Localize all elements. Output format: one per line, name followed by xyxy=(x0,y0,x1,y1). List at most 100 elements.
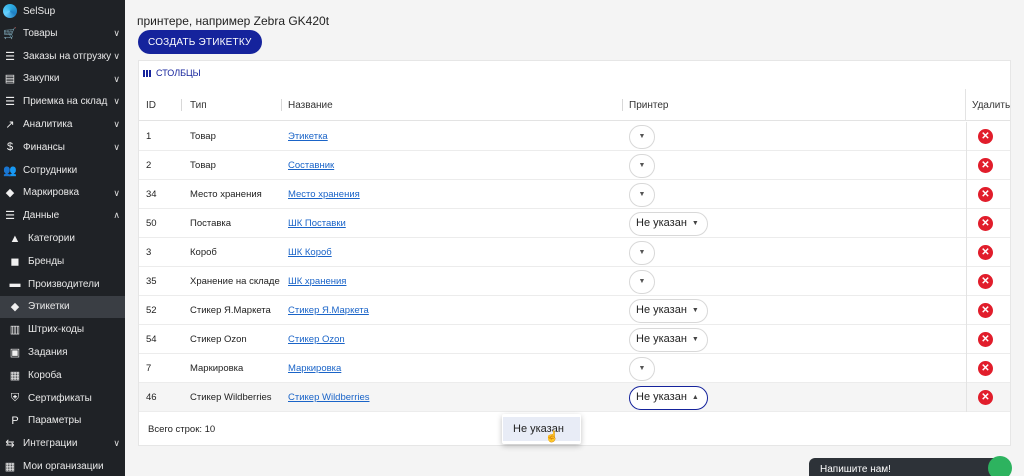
printer-select[interactable]: Не указан ▼ xyxy=(629,211,708,236)
cell-type: Место хранения xyxy=(190,189,262,200)
chevron-down-icon[interactable]: ∨ xyxy=(113,119,120,130)
chevron-down-icon[interactable]: ∨ xyxy=(113,28,120,39)
header-delete[interactable]: Удалить xyxy=(972,89,1010,121)
delete-icon[interactable]: ✕ xyxy=(978,274,993,289)
printer-select[interactable]: ▼ xyxy=(629,356,655,381)
chevron-down-icon[interactable]: ∨ xyxy=(113,74,120,85)
create-label-button[interactable]: СОЗДАТЬ ЭТИКЕТКУ xyxy=(138,30,262,54)
header-name[interactable]: Название xyxy=(288,89,333,121)
delete-icon[interactable]: ✕ xyxy=(978,361,993,376)
delete-icon[interactable]: ✕ xyxy=(978,216,993,231)
table-header: ID Тип Название Принтер Удалить xyxy=(139,89,1010,121)
sidebar-item[interactable]: 👥 Сотрудники xyxy=(0,159,125,182)
table-row[interactable]: 54 Стикер Ozon Стикер Ozon Не указан ▼ ✕ xyxy=(139,325,1010,354)
sidebar-item[interactable]: P Параметры xyxy=(0,410,125,433)
labels-table-panel: СТОЛБЦЫ ID Тип Название Принтер Удалить … xyxy=(138,60,1011,446)
printer-select[interactable]: Не указан ▲ xyxy=(629,385,708,410)
barcode-icon: ▥ xyxy=(9,324,21,337)
sidebar-item[interactable]: ▦ Короба xyxy=(0,364,125,387)
brand-icon: ◼ xyxy=(10,255,20,268)
cell-name-link[interactable]: Место хранения xyxy=(288,189,360,200)
sidebar-item[interactable]: ▲ Категории xyxy=(0,227,125,250)
delete-icon[interactable]: ✕ xyxy=(978,303,993,318)
sidebar-item[interactable]: ▤ Закупки ∨ xyxy=(0,68,125,91)
table-row[interactable]: 52 Стикер Я.Маркета Стикер Я.Маркета Не ука… xyxy=(139,296,1010,325)
printer-cell: ▼ xyxy=(629,238,655,267)
printer-select[interactable]: ▼ xyxy=(629,153,655,178)
cell-name-link[interactable]: ШК Короб xyxy=(288,247,332,258)
sidebar-item[interactable]: ☰ Заказы на отгрузку ∨ xyxy=(0,45,125,68)
caret-down-icon: ▼ xyxy=(638,365,646,372)
sidebar-item[interactable]: ◼ Бренды xyxy=(0,250,125,273)
main-content: принтере, например Zebra GK420t СОЗДАТЬ … xyxy=(125,0,1024,476)
delete-cell: ✕ xyxy=(978,180,993,209)
sidebar-item[interactable]: ⇆ Интеграции ∨ xyxy=(0,432,125,455)
sidebar-item[interactable]: ☰ Приемка на склад ∨ xyxy=(0,90,125,113)
sidebar-item-label: Производители xyxy=(28,278,100,290)
sidebar-item-label: Штрих-коды xyxy=(28,324,85,336)
cell-name-link[interactable]: ШК хранения xyxy=(288,276,346,287)
delete-icon[interactable]: ✕ xyxy=(978,129,993,144)
sidebar-item-label: Товары xyxy=(23,27,58,39)
selsup-logo-icon xyxy=(3,4,17,18)
table-row[interactable]: 2 Товар Составник ▼ ✕ xyxy=(139,151,1010,180)
printer-select[interactable]: ▼ xyxy=(629,269,655,294)
chevron-down-icon[interactable]: ∨ xyxy=(113,96,120,107)
sidebar-item-label: Параметры xyxy=(28,415,82,427)
table-row[interactable]: 3 Короб ШК Короб ▼ ✕ xyxy=(139,238,1010,267)
dropdown-option-not-set[interactable]: Не указан xyxy=(503,417,580,441)
dollar-icon: $ xyxy=(6,141,14,154)
cell-name-link[interactable]: Стикер Wildberries xyxy=(288,392,370,403)
chevron-down-icon[interactable]: ∨ xyxy=(113,51,120,62)
cell-type: Хранение на складе xyxy=(190,276,280,287)
delete-cell: ✕ xyxy=(978,296,993,325)
table-row[interactable]: 7 Маркировка Маркировка ▼ ✕ xyxy=(139,354,1010,383)
printer-select[interactable]: Не указан ▼ xyxy=(629,327,708,352)
header-id[interactable]: ID xyxy=(146,89,156,121)
column-divider xyxy=(966,209,967,238)
sidebar-item[interactable]: $ Финансы ∨ xyxy=(0,136,125,159)
sidebar-item[interactable]: ▥ Штрих-коды xyxy=(0,318,125,341)
chevron-down-icon[interactable]: ∨ xyxy=(113,188,120,199)
header-printer[interactable]: Принтер xyxy=(629,89,668,121)
header-type[interactable]: Тип xyxy=(190,89,207,121)
printer-select[interactable]: ▼ xyxy=(629,182,655,207)
delete-icon[interactable]: ✕ xyxy=(978,332,993,347)
printer-select[interactable]: ▼ xyxy=(629,240,655,265)
columns-button[interactable]: СТОЛБЦЫ xyxy=(143,68,201,78)
chevron-up-icon[interactable]: ∧ xyxy=(113,210,120,221)
printer-select[interactable]: ▼ xyxy=(629,124,655,149)
brand[interactable]: SelSup xyxy=(0,0,125,22)
sidebar-item[interactable]: ▦ Мои организации xyxy=(0,455,125,476)
printer-select[interactable]: Не указан ▼ xyxy=(629,298,708,323)
sidebar-item[interactable]: ▣ Задания xyxy=(0,341,125,364)
sidebar-item[interactable]: ▬ Производители xyxy=(0,273,125,296)
sidebar-item[interactable]: ⛨ Сертификаты xyxy=(0,387,125,410)
cell-name-link[interactable]: Этикетка xyxy=(288,131,328,142)
chevron-down-icon[interactable]: ∨ xyxy=(113,142,120,153)
sidebar-item[interactable]: 🛒 Товары ∨ xyxy=(0,22,125,45)
sidebar-item[interactable]: ◆ Маркировка ∨ xyxy=(0,182,125,205)
cell-name-link[interactable]: Составник xyxy=(288,160,334,171)
integration-icon: ⇆ xyxy=(5,438,15,451)
table-row[interactable]: 46 Стикер Wildberries Стикер Wildberries Не… xyxy=(139,383,1010,412)
sidebar-item[interactable]: ◆ Этикетки xyxy=(0,295,125,319)
chevron-down-icon[interactable]: ∨ xyxy=(113,438,120,449)
cell-name-link[interactable]: Стикер Я.Маркета xyxy=(288,305,369,316)
table-row[interactable]: 35 Хранение на складе ШК хранения ▼ ✕ xyxy=(139,267,1010,296)
delete-icon[interactable]: ✕ xyxy=(978,245,993,260)
sidebar-item[interactable]: ☰ Данные ∧ xyxy=(0,204,125,227)
table-row[interactable]: 34 Место хранения Место хранения ▼ ✕ xyxy=(139,180,1010,209)
app-root: SelSup 🛒 Товары ∨ ☰ Заказы на отгрузку ∨ ▤ Заку… xyxy=(0,0,1024,476)
cell-name-link[interactable]: ШК Поставки xyxy=(288,218,346,229)
chat-widget[interactable]: Напишите нам! xyxy=(809,456,1012,476)
table-row[interactable]: 1 Товар Этикетка ▼ ✕ xyxy=(139,122,1010,151)
table-row[interactable]: 50 Поставка ШК Поставки Не указан ▼ ✕ xyxy=(139,209,1010,238)
delete-icon[interactable]: ✕ xyxy=(978,187,993,202)
column-divider xyxy=(966,151,967,180)
delete-icon[interactable]: ✕ xyxy=(978,158,993,173)
sidebar-item[interactable]: ↗ Аналитика ∨ xyxy=(0,113,125,136)
cell-name-link[interactable]: Маркировка xyxy=(288,363,341,374)
delete-icon[interactable]: ✕ xyxy=(978,390,993,405)
cell-name-link[interactable]: Стикер Ozon xyxy=(288,334,345,345)
